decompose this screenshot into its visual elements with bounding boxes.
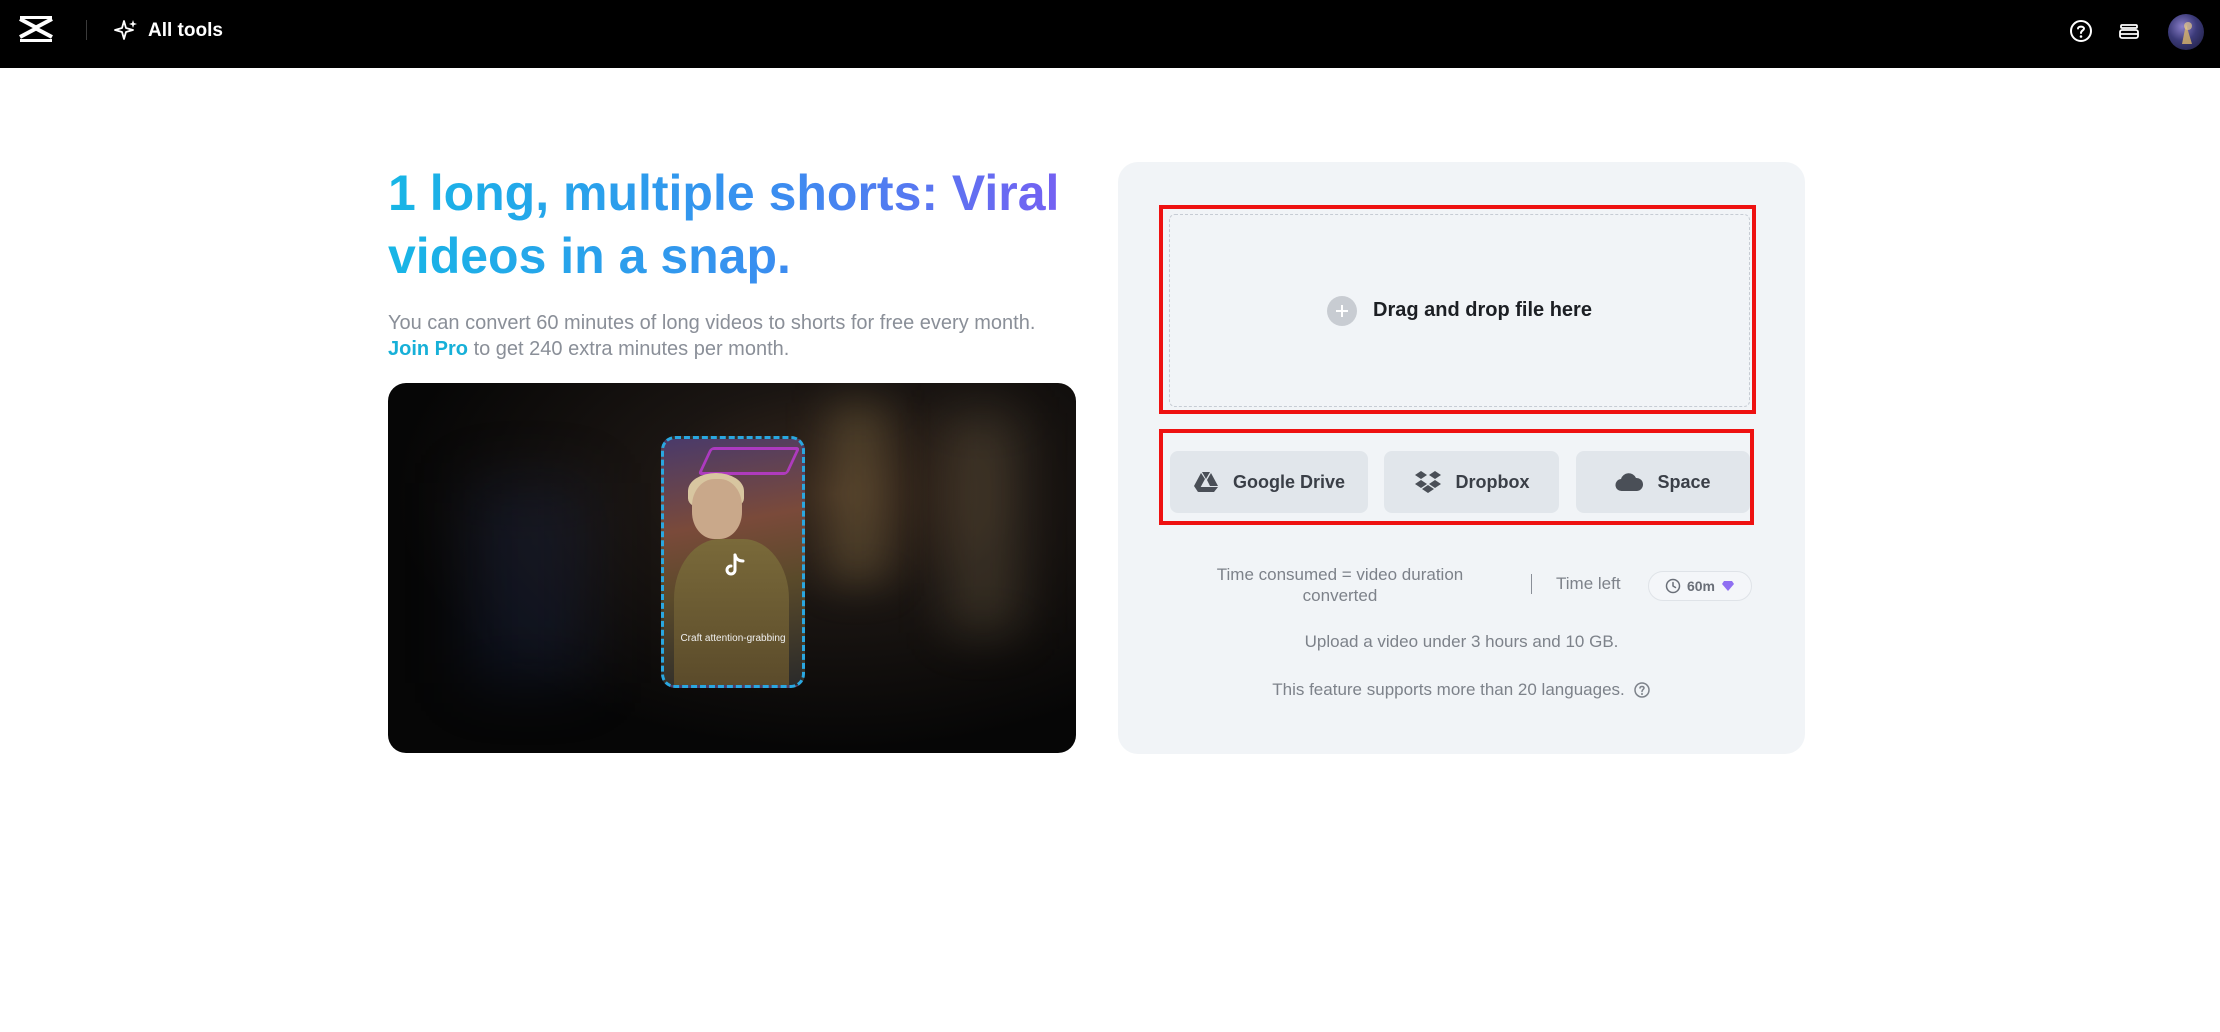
help-icon <box>2070 20 2092 42</box>
dropbox-label: Dropbox <box>1455 471 1530 492</box>
page-title: 1 long, multiple shorts: Viral videos in… <box>388 162 1088 288</box>
space-label: Space <box>1657 471 1711 492</box>
time-left-badge[interactable]: 60m <box>1648 571 1752 601</box>
diamond-icon <box>1722 581 1735 591</box>
google-drive-label: Google Drive <box>1232 471 1346 492</box>
description-text-2: to get 240 extra minutes per month. <box>468 338 790 360</box>
description-text-1: You can convert 60 minutes of long video… <box>388 312 1036 334</box>
time-left-label: Time left <box>1556 574 1621 593</box>
background-light <box>948 413 1018 633</box>
background-light <box>828 403 888 583</box>
file-dropzone[interactable]: Drag and drop file here <box>1169 214 1750 407</box>
capcut-logo-icon[interactable] <box>17 15 55 45</box>
join-pro-link[interactable]: Join Pro <box>388 338 468 360</box>
space-button[interactable]: Space <box>1576 451 1750 513</box>
dropbox-icon <box>1414 471 1441 493</box>
background-light <box>468 483 588 683</box>
all-tools-button[interactable]: All tools <box>114 16 223 46</box>
neon-sign <box>697 447 801 475</box>
tiktok-icon <box>725 553 745 576</box>
layers-button[interactable] <box>2114 16 2144 46</box>
time-info-row: Time consumed = video duration converted… <box>1180 562 1760 612</box>
plus-icon <box>1327 295 1358 326</box>
dropbox-button[interactable]: Dropbox <box>1384 451 1559 513</box>
all-tools-label: All tools <box>148 20 223 41</box>
languages-note-text: This feature supports more than 20 langu… <box>1272 680 1625 699</box>
time-consumed-line2: converted <box>1302 586 1378 605</box>
cloud-icon <box>1615 473 1644 492</box>
upload-limit-note: Upload a video under 3 hours and 10 GB. <box>1304 632 1619 651</box>
topbar-divider <box>86 20 87 40</box>
preview-video: Craft attention-grabbing <box>388 383 1076 753</box>
time-consumed-line1: Time consumed = video duration <box>1216 565 1464 584</box>
google-drive-button[interactable]: Google Drive <box>1170 451 1368 513</box>
person-head <box>692 479 742 539</box>
time-consumed-note: Time consumed = video duration converted <box>1180 564 1500 606</box>
sparkle-icon <box>114 20 137 40</box>
dropzone-label: Drag and drop file here <box>1373 299 1592 321</box>
stack-icon <box>2119 24 2139 39</box>
short-video-frame: Craft attention-grabbing <box>661 436 805 688</box>
languages-note: This feature supports more than 20 langu… <box>1118 680 1805 700</box>
avatar-image-icon <box>2182 22 2192 44</box>
clock-icon <box>1665 578 1681 594</box>
help-icon[interactable] <box>1633 681 1651 699</box>
info-divider <box>1531 574 1532 594</box>
time-left-value: 60m <box>1686 578 1716 594</box>
top-bar: All tools <box>0 0 2220 68</box>
user-avatar[interactable] <box>2168 14 2204 50</box>
help-button[interactable] <box>2066 16 2096 46</box>
video-caption: Craft attention-grabbing <box>680 633 786 644</box>
google-drive-icon <box>1193 472 1218 492</box>
page-description: You can convert 60 minutes of long video… <box>388 310 1078 362</box>
